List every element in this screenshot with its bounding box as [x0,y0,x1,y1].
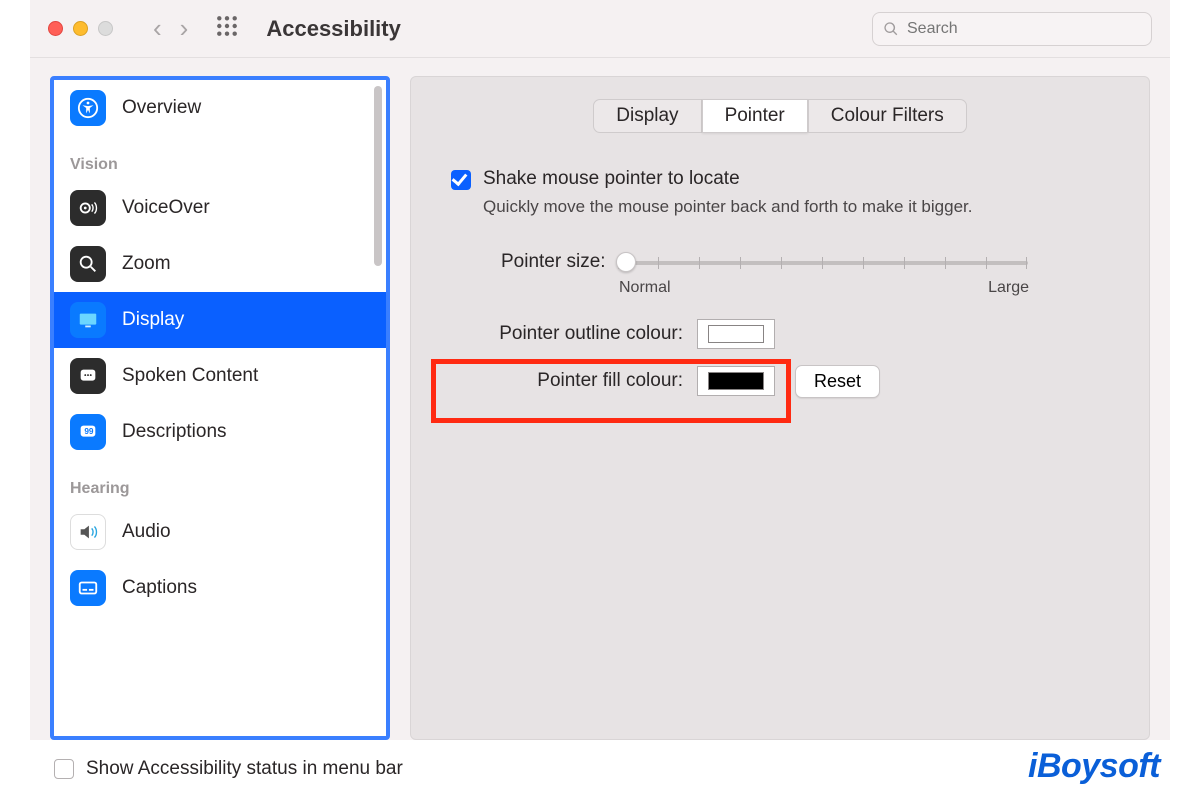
footer-option: Show Accessibility status in menu bar [54,758,403,780]
titlebar: ‹ › Accessibility [30,0,1170,58]
preferences-window: ‹ › Accessibility Overview Vision [30,0,1170,740]
slider-thumb[interactable] [616,252,636,272]
slider-min-label: Normal [619,279,671,297]
audio-icon [70,514,106,550]
shake-pointer-option: Shake mouse pointer to locate [451,168,1119,190]
back-button[interactable]: ‹ [153,13,162,44]
sidebar-item-zoom[interactable]: Zoom [54,236,386,292]
sidebar-item-spoken-content[interactable]: Spoken Content [54,348,386,404]
sidebar-item-label: Audio [122,521,171,543]
show-all-icon[interactable] [216,15,238,42]
tab-colour-filters[interactable]: Colour Filters [808,99,967,133]
forward-button[interactable]: › [180,13,189,44]
spoken-content-icon [70,358,106,394]
shake-pointer-label: Shake mouse pointer to locate [483,168,740,190]
tab-display[interactable]: Display [593,99,701,133]
minimize-window-button[interactable] [73,21,88,36]
sidebar-item-captions[interactable]: Captions [54,560,386,606]
svg-text:99: 99 [84,427,94,436]
pointer-outline-colour-well[interactable] [697,319,775,349]
sidebar-item-label: Display [122,309,184,331]
pointer-outline-colour-label: Pointer outline colour: [463,323,683,345]
pointer-fill-colour-label: Pointer fill colour: [463,370,683,392]
watermark: iBoysoft [1028,747,1160,786]
pointer-size-label: Pointer size: [501,251,606,273]
window-controls [48,21,113,36]
sidebar-scrollbar[interactable] [374,86,382,266]
descriptions-icon: 99 [70,414,106,450]
sidebar-item-label: Zoom [122,253,171,275]
slider-max-label: Large [988,279,1029,297]
shake-pointer-description: Quickly move the mouse pointer back and … [483,196,1003,219]
sidebar-item-label: Overview [122,97,201,119]
display-icon [70,302,106,338]
search-field[interactable] [872,12,1152,46]
zoom-window-button[interactable] [98,21,113,36]
search-input[interactable] [907,20,1141,38]
content-area: Overview Vision VoiceOver Zoom [30,58,1170,740]
pointer-fill-colour-well[interactable] [697,366,775,396]
search-icon [883,21,899,37]
nav-buttons: ‹ › [153,13,188,44]
captions-icon [70,570,106,606]
sidebar-item-descriptions[interactable]: 99 Descriptions [54,404,386,460]
sidebar-item-label: Spoken Content [122,365,258,387]
sidebar-item-label: VoiceOver [122,197,210,219]
shake-pointer-checkbox[interactable] [451,170,471,190]
slider-minmax-labels: Normal Large [619,279,1029,297]
pointer-size-row: Pointer size: [501,251,1119,273]
show-status-checkbox[interactable] [54,759,74,779]
pointer-outline-colour-row: Pointer outline colour: [463,319,1119,349]
sidebar-item-display[interactable]: Display [54,292,386,348]
voiceover-icon [70,190,106,226]
page-title: Accessibility [266,16,401,42]
pointer-size-slider[interactable] [618,252,1028,272]
sidebar-section-hearing: Hearing [54,460,386,504]
sidebar-item-audio[interactable]: Audio [54,504,386,560]
accessibility-icon [70,90,106,126]
sidebar-item-voiceover[interactable]: VoiceOver [54,180,386,236]
sidebar-item-label: Captions [122,577,197,599]
zoom-icon [70,246,106,282]
pointer-fill-colour-row: Pointer fill colour: Reset [463,365,1119,398]
tab-bar: Display Pointer Colour Filters [441,99,1119,133]
sidebar-item-label: Descriptions [122,421,227,443]
sidebar: Overview Vision VoiceOver Zoom [50,76,390,740]
settings-panel: Display Pointer Colour Filters Shake mou… [410,76,1150,740]
show-status-label: Show Accessibility status in menu bar [86,758,403,780]
sidebar-section-vision: Vision [54,136,386,180]
sidebar-item-overview[interactable]: Overview [54,80,386,136]
reset-button[interactable]: Reset [795,365,880,398]
tab-pointer[interactable]: Pointer [702,99,808,133]
close-window-button[interactable] [48,21,63,36]
